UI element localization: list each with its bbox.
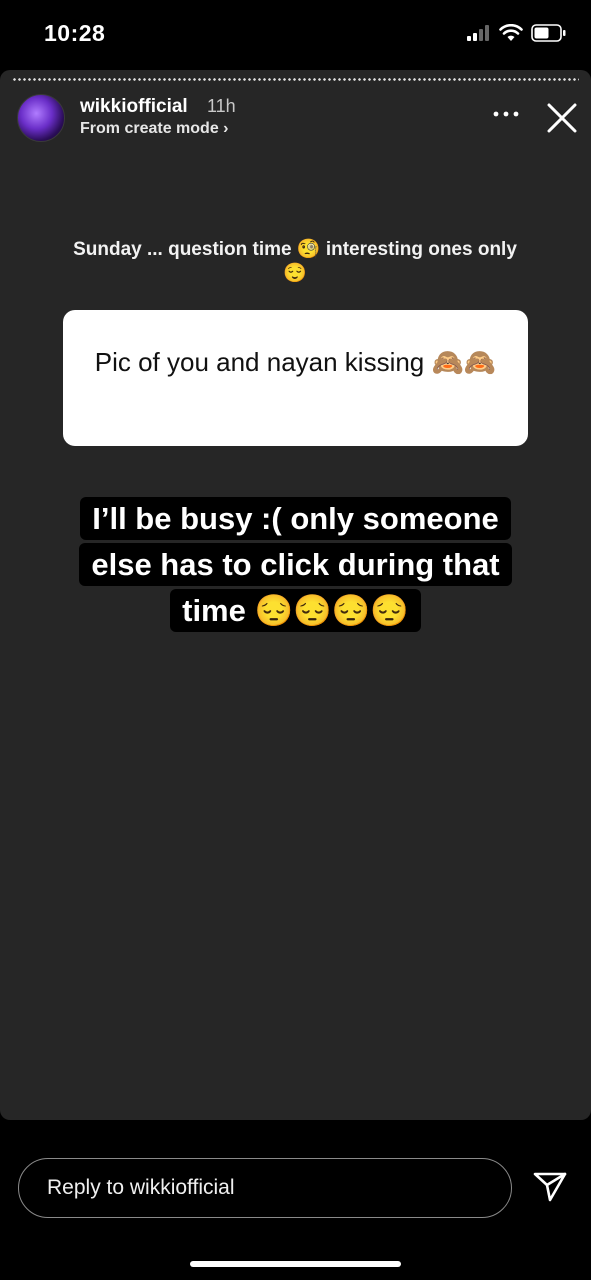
- story-viewer[interactable]: wikkiofficial 11h From create mode › Sun…: [0, 70, 591, 1120]
- question-prompt: Sunday ... question time 🧐 interesting o…: [73, 239, 517, 284]
- story-progress-bar: [12, 78, 579, 81]
- more-options-icon[interactable]: [490, 102, 522, 126]
- question-text: Pic of you and nayan kissing 🙈🙈: [94, 347, 497, 377]
- status-bar: 10:28: [0, 0, 591, 70]
- close-icon[interactable]: [546, 102, 578, 134]
- status-time: 10:28: [44, 20, 106, 46]
- reply-placeholder: Reply to wikkiofficial: [47, 1176, 235, 1199]
- send-icon[interactable]: [532, 1170, 568, 1204]
- home-indicator[interactable]: [190, 1261, 401, 1267]
- cellular-signal-icon: [467, 25, 489, 41]
- avatar[interactable]: [17, 94, 65, 142]
- story-time-ago: 11h: [207, 96, 236, 116]
- story-username[interactable]: wikkiofficial: [80, 96, 188, 118]
- status-icons: [467, 24, 567, 42]
- caption-block: I’ll be busy :( only someone else has to…: [60, 496, 531, 634]
- create-mode-link[interactable]: From create mode ›: [80, 120, 228, 138]
- wifi-icon: [499, 24, 523, 41]
- story-caption: I’ll be busy :( only someone else has to…: [79, 497, 512, 632]
- question-card: Pic of you and nayan kissing 🙈🙈: [63, 310, 528, 446]
- reply-input[interactable]: Reply to wikkiofficial: [18, 1158, 512, 1218]
- battery-icon: [531, 24, 566, 42]
